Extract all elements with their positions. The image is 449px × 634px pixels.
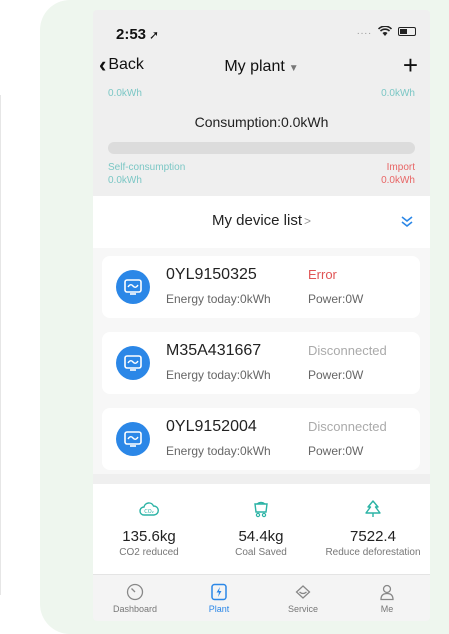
- device-status: Disconnected: [308, 343, 387, 358]
- dashboard-icon: [126, 583, 144, 601]
- co2-cloud-icon: CO₂: [139, 502, 159, 516]
- device-power: Power:0W: [308, 444, 364, 458]
- plant-icon: [211, 583, 227, 601]
- device-card[interactable]: 0YL9152004 Disconnected Energy today:0kW…: [102, 408, 420, 470]
- stat-label: CO2 reduced: [119, 547, 179, 558]
- battery-icon: [398, 27, 416, 36]
- energy-summary: 0.0kWh 0.0kWh Consumption:0.0kWh Self-co…: [93, 86, 430, 196]
- device-list-header: My device list >: [93, 196, 430, 248]
- status-time: 2:53 ➚: [116, 26, 160, 43]
- top-left-value: 0.0kWh: [108, 88, 142, 99]
- consumption-text: Consumption:0.0kWh: [194, 114, 329, 130]
- phone-screen: 2:53 ➚ .... ‹ Back My plant ▼ + 0.0kWh 0.0…: [93, 10, 430, 621]
- tab-me[interactable]: Me: [345, 575, 429, 621]
- tab-label: Me: [380, 604, 394, 614]
- page-title: My plant: [224, 58, 285, 75]
- inverter-icon: [116, 346, 150, 380]
- nav-bar: ‹ Back My plant ▼ +: [93, 50, 430, 86]
- tab-service[interactable]: Service: [261, 575, 345, 621]
- status-icons: ....: [357, 26, 416, 37]
- tab-label: Dashboard: [112, 604, 158, 614]
- caret-down-icon: ▼: [288, 63, 299, 74]
- double-chevron-down-icon[interactable]: [400, 214, 414, 228]
- environment-stats: CO₂ 135.6kg CO2 reduced 54.4kg Coal Save…: [93, 484, 430, 574]
- device-list-title: My device list: [211, 212, 302, 229]
- stat-value: 135.6kg: [122, 528, 176, 545]
- inverter-icon: [116, 270, 150, 304]
- self-consumption-value: 0.0kWh: [108, 175, 142, 186]
- stat-value: 7522.4: [350, 528, 396, 545]
- stat-label: Reduce deforestation: [325, 547, 421, 558]
- inverter-icon: [116, 422, 150, 456]
- stat-coal: 54.4kg Coal Saved: [205, 484, 317, 558]
- stat-co2: CO₂ 135.6kg CO2 reduced: [93, 484, 205, 558]
- device-serial: 0YL9152004: [166, 418, 257, 435]
- device-list-link[interactable]: My device list >: [93, 212, 430, 229]
- signal-dots-icon: ....: [356, 26, 372, 37]
- svg-text:CO₂: CO₂: [144, 509, 153, 515]
- chevron-right-icon: >: [304, 214, 312, 228]
- tab-plant[interactable]: Plant: [177, 575, 261, 621]
- tab-label: Service: [287, 604, 318, 614]
- wifi-icon: [378, 26, 392, 36]
- device-status: Disconnected: [308, 419, 387, 434]
- device-serial: 0YL9150325: [166, 266, 257, 283]
- stat-label: Coal Saved: [235, 547, 287, 558]
- device-card[interactable]: M35A431667 Disconnected Energy today:0kW…: [102, 332, 420, 394]
- stat-deforestation: 7522.4 Reduce deforestation: [317, 484, 429, 558]
- top-right-value: 0.0kWh: [381, 88, 415, 99]
- device-energy-today: Energy today:0kWh: [166, 368, 271, 382]
- me-icon: [380, 584, 394, 601]
- device-serial: M35A431667: [166, 342, 262, 359]
- import-value: 0.0kWh: [381, 175, 415, 186]
- service-icon: [295, 585, 311, 599]
- coal-cart-icon: [254, 501, 268, 518]
- plant-selector[interactable]: My plant ▼: [93, 58, 430, 76]
- device-list-section: My device list > 0YL9150325 Error Energy …: [93, 196, 430, 474]
- device-energy-today: Energy today:0kWh: [166, 444, 271, 458]
- page-background-left: [0, 0, 40, 634]
- tab-label: Plant: [208, 604, 230, 614]
- add-button[interactable]: +: [403, 50, 418, 81]
- device-energy-today: Energy today:0kWh: [166, 292, 271, 306]
- tree-icon: [365, 500, 381, 517]
- left-divider: [0, 95, 1, 595]
- stat-value: 54.4kg: [238, 528, 284, 545]
- device-power: Power:0W: [308, 292, 364, 306]
- device-card[interactable]: 0YL9150325 Error Energy today:0kWh Power…: [102, 256, 420, 318]
- consumption-bar: [108, 142, 415, 154]
- self-consumption-label: Self-consumption: [108, 162, 186, 173]
- device-power: Power:0W: [308, 368, 364, 382]
- tab-dashboard[interactable]: Dashboard: [93, 575, 177, 621]
- device-status: Error: [308, 267, 337, 282]
- import-label: Import: [386, 162, 415, 173]
- location-arrow-icon: ➚: [149, 28, 160, 42]
- status-bar: 2:53 ➚ ....: [93, 10, 430, 50]
- bottom-tab-bar: Dashboard Plant Service Me: [93, 574, 430, 621]
